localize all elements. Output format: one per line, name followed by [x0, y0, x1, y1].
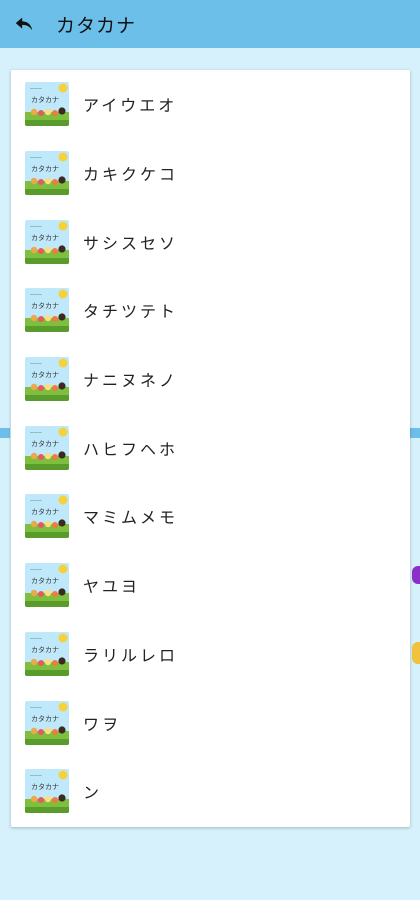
app-header: カタカナ: [0, 0, 420, 48]
thumbnail-caption: カタカナ: [31, 301, 59, 310]
katakana-thumbnail-icon: 〜〜〜 カタカナ: [25, 82, 69, 127]
thumbnail-caption: カタカナ: [31, 576, 59, 585]
list-item[interactable]: 〜〜〜 カタカナ ラリルレロ: [11, 620, 410, 689]
list-item[interactable]: 〜〜〜 カタカナ タチツテト: [11, 276, 410, 345]
katakana-thumbnail-icon: 〜〜〜 カタカナ: [25, 425, 69, 470]
katakana-thumbnail-icon: 〜〜〜 カタカナ: [25, 288, 69, 333]
svg-text:〜〜〜: 〜〜〜: [30, 361, 42, 366]
thumbnail-caption: カタカナ: [31, 645, 59, 654]
back-button[interactable]: [0, 0, 48, 48]
list-item-label: ハヒフヘホ: [83, 439, 179, 459]
katakana-list-card: 〜〜〜 カタカナ アイウエオ 〜〜〜 カタカナ カキクケコ 〜〜〜 カタカナ サ…: [11, 70, 410, 827]
katakana-thumbnail-icon: 〜〜〜 カタカナ: [25, 769, 69, 814]
back-arrow-icon: [15, 17, 33, 31]
list-item-label: サシスセソ: [83, 233, 179, 253]
thumbnail-caption: カタカナ: [31, 782, 59, 791]
thumbnail-caption: カタカナ: [31, 164, 59, 173]
thumbnail-caption: カタカナ: [31, 439, 59, 448]
svg-text:〜〜〜: 〜〜〜: [30, 773, 42, 778]
page-title: カタカナ: [56, 14, 137, 37]
thumbnail-caption: カタカナ: [31, 507, 59, 516]
list-item-label: マミムメモ: [83, 508, 179, 528]
svg-text:〜〜〜: 〜〜〜: [30, 86, 42, 91]
list-item-label: ヤユヨ: [83, 577, 141, 597]
katakana-thumbnail-icon: 〜〜〜 カタカナ: [25, 151, 69, 196]
background-decoration: [412, 642, 420, 664]
list-item[interactable]: 〜〜〜 カタカナ ナニヌネノ: [11, 345, 410, 414]
katakana-thumbnail-icon: 〜〜〜 カタカナ: [25, 357, 69, 402]
list-item[interactable]: 〜〜〜 カタカナ ワヲ: [11, 688, 410, 757]
list-item-label: タチツテト: [83, 302, 179, 322]
list-item[interactable]: 〜〜〜 カタカナ ハヒフヘホ: [11, 413, 410, 482]
list-item-label: カキクケコ: [83, 165, 179, 185]
svg-text:〜〜〜: 〜〜〜: [30, 155, 42, 160]
background-stripe-right: [410, 428, 420, 438]
list-item[interactable]: 〜〜〜 カタカナ マミムメモ: [11, 482, 410, 551]
list-item-label: ワヲ: [83, 714, 122, 734]
list-item[interactable]: 〜〜〜 カタカナ サシスセソ: [11, 207, 410, 276]
thumbnail-caption: カタカナ: [31, 714, 59, 723]
list-item[interactable]: 〜〜〜 カタカナ アイウエオ: [11, 70, 410, 139]
katakana-thumbnail-icon: 〜〜〜 カタカナ: [25, 700, 69, 745]
svg-text:〜〜〜: 〜〜〜: [30, 430, 42, 435]
list-item-label: アイウエオ: [83, 96, 178, 116]
background-decoration: [412, 566, 420, 584]
list-item[interactable]: 〜〜〜 カタカナ ヤユヨ: [11, 551, 410, 620]
katakana-thumbnail-icon: 〜〜〜 カタカナ: [25, 219, 69, 264]
svg-text:〜〜〜: 〜〜〜: [30, 567, 42, 572]
katakana-thumbnail-icon: 〜〜〜 カタカナ: [25, 494, 69, 539]
list-item-label: ラリルレロ: [83, 645, 179, 665]
list-item[interactable]: 〜〜〜 カタカナ カキクケコ: [11, 139, 410, 208]
thumbnail-caption: カタカナ: [31, 233, 59, 242]
katakana-thumbnail-icon: 〜〜〜 カタカナ: [25, 631, 69, 676]
list-item-label: ナニヌネノ: [83, 371, 179, 391]
list-item-label: ン: [83, 783, 103, 803]
svg-text:〜〜〜: 〜〜〜: [30, 636, 42, 641]
svg-text:〜〜〜: 〜〜〜: [30, 224, 42, 229]
svg-text:〜〜〜: 〜〜〜: [30, 705, 42, 710]
background-stripe-left: [0, 428, 10, 438]
list-item[interactable]: 〜〜〜 カタカナ ン: [11, 757, 410, 826]
svg-text:〜〜〜: 〜〜〜: [30, 292, 42, 297]
svg-text:〜〜〜: 〜〜〜: [30, 498, 42, 503]
thumbnail-caption: カタカナ: [31, 95, 59, 104]
katakana-thumbnail-icon: 〜〜〜 カタカナ: [25, 563, 69, 608]
katakana-list: 〜〜〜 カタカナ アイウエオ 〜〜〜 カタカナ カキクケコ 〜〜〜 カタカナ サ…: [11, 70, 410, 826]
thumbnail-caption: カタカナ: [31, 370, 59, 379]
